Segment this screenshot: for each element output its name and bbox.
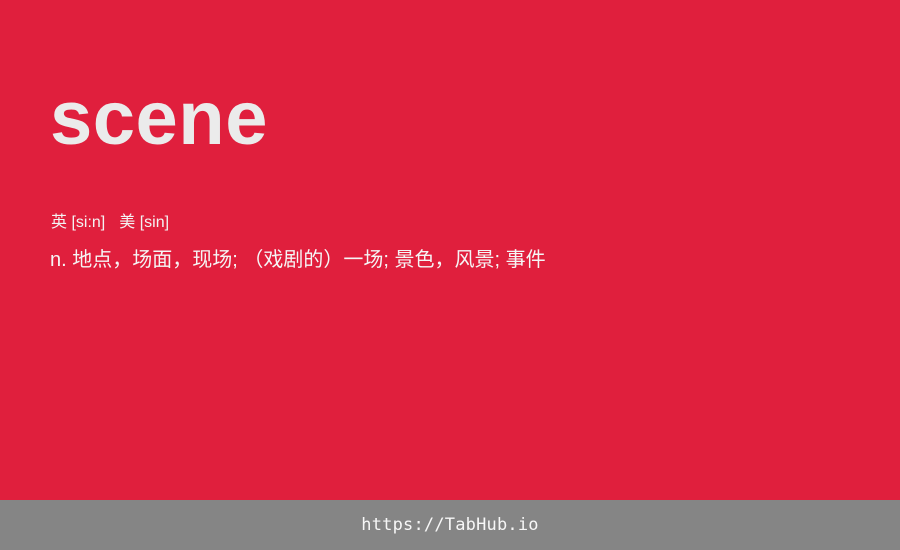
phonetic-us: 美 [sin]: [119, 214, 170, 231]
phonetics-row: 英 [si:n] 美 [sin]: [51, 212, 169, 234]
definition-text: n. 地点，场面，现场; （戏剧的）一场; 景色，风景; 事件: [50, 249, 546, 271]
word-title: scene: [50, 76, 268, 161]
phonetic-uk: 英 [si:n]: [51, 214, 106, 231]
word-card: scene 英 [si:n] 美 [sin] n. 地点，场面，现场; （戏剧的）…: [0, 0, 900, 500]
tabhub-link[interactable]: https://TabHub.io: [361, 515, 538, 535]
footer-bar: https://TabHub.io: [0, 500, 900, 550]
